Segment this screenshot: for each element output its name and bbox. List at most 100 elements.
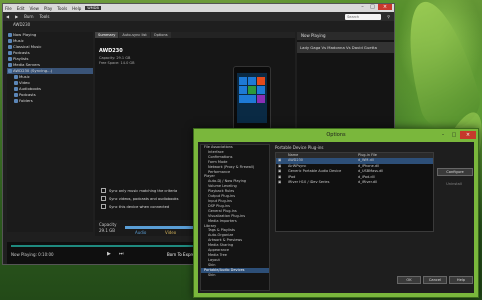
plugin-row[interactable]: ▣ iRiver H10 / iDev Series d_iRiver.dll: [276, 180, 433, 186]
sync-option-row[interactable]: Sync only music matching the criteria: [101, 188, 177, 193]
folder-icon: [8, 45, 12, 49]
sidebar-item-label: Podcasts: [13, 50, 30, 55]
folder-icon: [8, 33, 12, 37]
phone-screen: [237, 73, 267, 123]
phone-tile: [248, 86, 256, 94]
dialog-titlebar: Options – □ ×: [194, 129, 478, 141]
checkbox[interactable]: [101, 204, 106, 209]
maximize-button[interactable]: □: [368, 4, 377, 10]
close-button[interactable]: ×: [378, 4, 392, 10]
device-free-line: Free Space: 14.0 GB: [99, 61, 135, 65]
dialog-body: File Associations Interface Confirmations F…: [198, 142, 474, 293]
sidebar-item-label: Music: [13, 38, 24, 43]
capacity-value: 29.1 GB: [99, 228, 116, 233]
options-category-tree: File Associations Interface Confirmations F…: [200, 144, 270, 291]
sidebar-item-label: Classical Music: [13, 44, 42, 49]
phone-tile: [248, 77, 256, 85]
play-icon[interactable]: ▶: [107, 251, 111, 257]
folder-icon: [14, 93, 18, 97]
sidebar-item-label: Folders: [19, 98, 33, 103]
dialog-minimize-button[interactable]: –: [438, 131, 448, 139]
options-panel: Portable Device Plug-ins Name Plug-in Fi…: [272, 144, 478, 289]
plugin-file: d_iRiver.dll: [358, 180, 377, 184]
folder-icon: [8, 51, 12, 55]
phone-tile: [257, 77, 265, 85]
phone-tile: [239, 77, 247, 85]
sidebar-item[interactable]: Folders: [7, 98, 93, 104]
phone-tile: [257, 86, 265, 94]
menu-list: File Edit View Play Tools Help: [5, 6, 81, 11]
library-sidebar: Now Playing Music Classical Music Podcasts P…: [7, 32, 93, 232]
plugin-list: Name Plug-in File ▣ AWD230 d_WM.dll ▣ AirWPs…: [275, 152, 434, 232]
legend-video: Video: [165, 230, 177, 235]
folder-icon: [8, 57, 12, 61]
back-icon[interactable]: ◀: [6, 14, 9, 19]
burn-button[interactable]: Burn: [24, 14, 33, 19]
capacity-label: Capacity: [99, 222, 117, 227]
player-toolbar: ◀ ▶ Burn Tools Search ⚲: [3, 12, 394, 21]
tab-2[interactable]: Options: [150, 32, 171, 38]
panel-heading: Portable Device Plug-ins: [275, 145, 324, 150]
tab-1[interactable]: Auto-sync list: [119, 32, 150, 38]
sidebar-item-label: Music: [19, 74, 30, 79]
tab-0[interactable]: Summary: [95, 32, 119, 38]
folder-icon: [14, 87, 18, 91]
sidebar-item-label: Video: [19, 80, 30, 85]
address-crumb[interactable]: AWD230: [13, 22, 30, 27]
options-tree-item[interactable]: Skin: [201, 273, 269, 278]
uninstall-button[interactable]: Uninstall: [437, 181, 471, 187]
folder-icon: [8, 63, 12, 67]
now-playing-item[interactable]: Lady Gaga Vs Madonna Vs David Guetta: [297, 42, 394, 53]
folder-icon: [8, 39, 12, 43]
tools-button[interactable]: Tools: [40, 14, 50, 19]
sync-option-label: Sync only music matching the criteria: [109, 188, 178, 193]
phone-tile: [239, 95, 256, 103]
ok-button[interactable]: OK: [397, 276, 421, 284]
checkbox[interactable]: [101, 196, 106, 201]
menu-view[interactable]: View: [29, 6, 39, 11]
device-capacity-line: Capacity: 29.1 GB: [99, 56, 131, 60]
legend-audio: Audio: [135, 230, 147, 235]
sidebar-item-label: AWD230 (Syncing...): [13, 68, 53, 73]
options-dialog: Options – □ × File Associations Interface…: [193, 128, 479, 298]
dialog-close-button[interactable]: ×: [460, 131, 476, 139]
plugin-icon: ▣: [278, 180, 282, 184]
sidebar-item-label: Now Playing: [13, 32, 37, 37]
configure-button[interactable]: Configure: [437, 168, 473, 176]
search-input[interactable]: Search: [345, 13, 382, 20]
folder-icon: [14, 75, 18, 79]
dialog-maximize-button[interactable]: □: [449, 131, 459, 139]
menu-help[interactable]: Help: [72, 6, 81, 11]
menu-badge: WMDB: [85, 6, 101, 10]
help-button[interactable]: Help: [449, 276, 473, 284]
device-title: AWD230: [99, 48, 123, 54]
device-phone-image: [233, 66, 271, 134]
sidebar-item-label: Media Servers: [13, 62, 41, 67]
menu-play[interactable]: Play: [44, 6, 52, 11]
status-time: Now Playing: 0:10:00: [11, 252, 54, 257]
checkbox[interactable]: [101, 188, 106, 193]
menu-tools[interactable]: Tools: [57, 6, 67, 11]
next-icon[interactable]: ⏭: [119, 251, 124, 257]
menu-edit[interactable]: Edit: [17, 6, 25, 11]
plugin-name: iRiver H10 / iDev Series: [288, 180, 330, 184]
menu-file[interactable]: File: [5, 6, 12, 11]
menu-bar: File Edit View Play Tools Help WMDB – □ ×: [3, 4, 394, 12]
folder-icon: [8, 69, 12, 73]
forward-icon[interactable]: ▶: [15, 14, 18, 19]
now-playing-header: Now Playing: [297, 32, 394, 40]
sync-option-label: Sync this device when connected: [109, 204, 170, 209]
device-tabs: Summary Auto-sync list Options: [95, 32, 295, 38]
minimize-button[interactable]: –: [358, 4, 367, 10]
phone-tile: [239, 86, 247, 94]
search-icon[interactable]: ⚲: [387, 14, 390, 19]
dialog-title: Options: [326, 132, 346, 138]
folder-icon: [14, 99, 18, 103]
cancel-button[interactable]: Cancel: [423, 276, 447, 284]
sidebar-item-label: Podcasts: [19, 92, 36, 97]
sync-option-row[interactable]: Sync videos, podcasts and audiobooks: [101, 196, 179, 201]
sidebar-item-label: Audiobooks: [19, 86, 42, 91]
sync-option-row[interactable]: Sync this device when connected: [101, 204, 169, 209]
sidebar-item-label: Playlists: [13, 56, 29, 61]
folder-icon: [14, 81, 18, 85]
